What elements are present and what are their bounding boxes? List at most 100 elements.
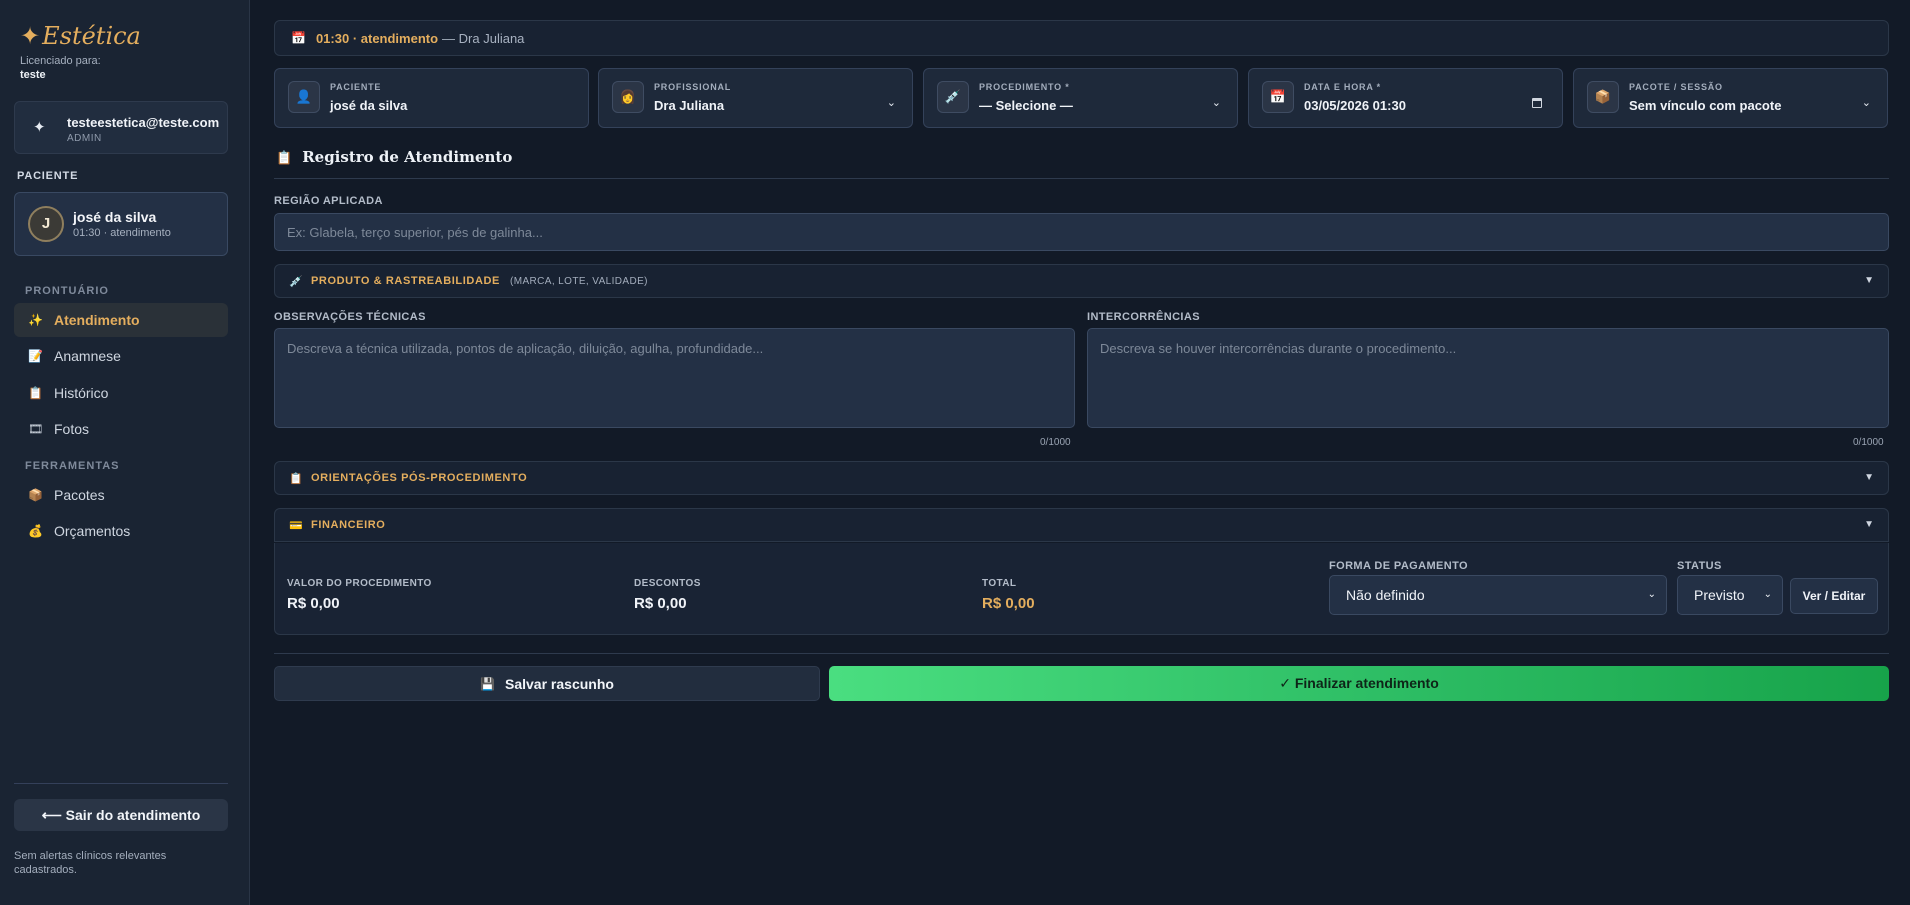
clipboard-icon: 📋 — [28, 386, 43, 400]
procedure-value: R$ 0,00 — [287, 595, 340, 612]
obs-placeholder: Descreva a técnica utilizada, pontos de … — [287, 341, 764, 356]
sparkle-icon: ✦ — [33, 119, 46, 136]
ferramentas-label: FERRAMENTAS — [25, 460, 120, 472]
save-draft-label: Salvar rascunho — [505, 675, 614, 692]
brand-name: Estética — [42, 22, 141, 50]
save-draft-button[interactable]: 💾 Salvar rascunho — [274, 666, 820, 701]
status-select[interactable]: Previsto ⌄ — [1677, 575, 1783, 615]
chevron-down-icon: ⌄ — [1763, 589, 1772, 600]
field-label: PACIENTE — [330, 82, 382, 92]
sparkles-icon: ✨ — [28, 313, 43, 327]
procedure-value-label: VALOR DO PROCEDIMENTO — [287, 578, 432, 589]
total-label: TOTAL — [982, 578, 1017, 589]
field-value: Sem vínculo com pacote — [1629, 98, 1782, 113]
clipboard-icon: 📋 — [289, 472, 303, 485]
brand-logo[interactable]: ✦Estética — [20, 22, 141, 50]
obs-textarea[interactable]: Descreva a técnica utilizada, pontos de … — [274, 328, 1075, 428]
chevron-down-icon: ⌄ — [1211, 97, 1221, 109]
intercurrences-counter: 0/1000 — [1853, 437, 1884, 448]
sidebar-item-label: Histórico — [54, 385, 109, 401]
region-label: REGIÃO APLICADA — [274, 195, 383, 207]
sidebar-item-orcamentos[interactable]: 💰 Orçamentos — [14, 514, 228, 548]
sidebar-item-label: Orçamentos — [54, 523, 131, 539]
chevron-down-icon: ⌄ — [886, 97, 896, 109]
syringe-icon: 💉 — [937, 81, 969, 113]
field-label: DATA E HORA * — [1304, 82, 1381, 92]
appointment-time: 01:30 · atendimento — [315, 30, 439, 46]
license-label: Licenciado para: — [20, 55, 101, 67]
avatar: J — [28, 206, 64, 242]
divider — [274, 653, 1889, 654]
calendar-icon: 📅 — [1262, 81, 1294, 113]
section-header: ORIENTAÇÕES PÓS-PROCEDIMENTO — [311, 472, 528, 484]
section-title: 📋 Registro de Atendimento — [276, 148, 512, 166]
sidebar-item-anamnese[interactable]: 📝 Anamnese — [14, 339, 228, 373]
payment-method-select[interactable]: Não definido ⌄ — [1329, 575, 1667, 615]
professional-select[interactable]: 👩 PROFISSIONAL Dra Juliana ⌄ — [598, 68, 913, 128]
status-value: Previsto — [1694, 587, 1745, 603]
prontuario-label: PRONTUÁRIO — [25, 285, 109, 297]
money-bag-icon: 💰 — [28, 524, 43, 538]
package-icon: 📦 — [1587, 81, 1619, 113]
film-icon: 🎞 — [28, 422, 44, 436]
datetime-field[interactable]: 📅 DATA E HORA * 03/05/2026 01:30 — [1248, 68, 1563, 128]
view-edit-button[interactable]: Ver / Editar — [1790, 578, 1878, 614]
account-card[interactable]: ✦ testeestetica@teste.com ADMIN — [14, 101, 228, 154]
sidebar-item-label: Atendimento — [54, 312, 140, 328]
financial-panel: VALOR DO PROCEDIMENTO R$ 0,00 DESCONTOS … — [274, 543, 1889, 635]
obs-label: OBSERVAÇÕES TÉCNICAS — [274, 311, 426, 323]
sidebar-item-historico[interactable]: 📋 Histórico — [14, 376, 228, 410]
sidebar-item-atendimento[interactable]: ✨ Atendimento — [14, 303, 228, 337]
field-value: Dra Juliana — [654, 98, 725, 113]
section-header: FINANCEIRO — [311, 519, 386, 531]
expand-arrow-icon: ▼ — [1864, 275, 1874, 286]
sidebar: ✦Estética Licenciado para: teste ✦ teste… — [0, 0, 250, 905]
patient-field: 👤 PACIENTE josé da silva — [274, 68, 589, 128]
obs-counter: 0/1000 — [1040, 437, 1071, 448]
sparkle-icon: ✦ — [20, 22, 41, 50]
floppy-disk-icon: 💾 — [480, 676, 495, 691]
sidebar-item-label: Fotos — [54, 421, 90, 437]
status-label: STATUS — [1677, 560, 1722, 572]
financial-section[interactable]: 💳 FINANCEIRO ▼ — [274, 508, 1889, 542]
calendar-picker-icon[interactable] — [1532, 98, 1542, 108]
field-value: — Selecione — — [979, 98, 1073, 113]
region-input[interactable]: Ex: Glabela, terço superior, pés de gali… — [274, 213, 1889, 251]
syringe-icon: 💉 — [289, 275, 303, 288]
clipboard-icon: 📋 — [276, 151, 293, 166]
section-title-text: Registro de Atendimento — [302, 148, 513, 166]
chevron-down-icon: ⌄ — [1861, 97, 1871, 109]
calendar-icon: 📅 — [291, 31, 306, 45]
package-select[interactable]: 📦 PACOTE / SESSÃO Sem vínculo com pacote… — [1573, 68, 1888, 128]
sidebar-divider — [14, 783, 228, 784]
product-traceability-section[interactable]: 💉 PRODUTO & RASTREABILIDADE (MARCA, LOTE… — [274, 264, 1889, 298]
field-value: josé da silva — [330, 98, 408, 113]
clinical-alerts-note: Sem alertas clínicos relevantes cadastra… — [14, 850, 167, 876]
procedure-select[interactable]: 💉 PROCEDIMENTO * — Selecione — ⌄ — [923, 68, 1238, 128]
credit-card-icon: 💳 — [289, 519, 303, 532]
person-icon: 👤 — [288, 81, 320, 113]
field-label: PROCEDIMENTO * — [979, 82, 1070, 92]
exit-button[interactable]: ⟵ Sair do atendimento — [14, 799, 228, 831]
sidebar-item-label: Pacotes — [54, 487, 105, 503]
appointment-professional: — Dra Juliana — [442, 30, 525, 46]
patient-card[interactable]: J josé da silva 01:30 · atendimento — [14, 192, 228, 256]
expand-arrow-icon: ▼ — [1864, 472, 1874, 483]
post-procedure-section[interactable]: 📋 ORIENTAÇÕES PÓS-PROCEDIMENTO ▼ — [274, 461, 1889, 495]
field-label: PACOTE / SESSÃO — [1629, 82, 1723, 92]
divider — [274, 178, 1889, 179]
package-icon: 📦 — [28, 488, 43, 502]
discounts-label: DESCONTOS — [634, 578, 701, 589]
finish-appointment-button[interactable]: ✓ Finalizar atendimento — [829, 666, 1889, 701]
doctor-icon: 👩 — [612, 81, 644, 113]
sidebar-item-fotos[interactable]: 🎞 Fotos — [14, 412, 228, 446]
chevron-down-icon: ⌄ — [1647, 589, 1656, 600]
expand-arrow-icon: ▼ — [1864, 519, 1874, 530]
patient-subtitle: 01:30 · atendimento — [73, 227, 171, 239]
sidebar-item-pacotes[interactable]: 📦 Pacotes — [14, 478, 228, 512]
intercurrences-textarea[interactable]: Descreva se houver intercorrências duran… — [1087, 328, 1889, 428]
patient-name: josé da silva — [73, 209, 157, 225]
intercurrences-placeholder: Descreva se houver intercorrências duran… — [1100, 341, 1457, 356]
section-header: PRODUTO & RASTREABILIDADE — [311, 275, 500, 287]
field-label: PROFISSIONAL — [654, 82, 732, 92]
